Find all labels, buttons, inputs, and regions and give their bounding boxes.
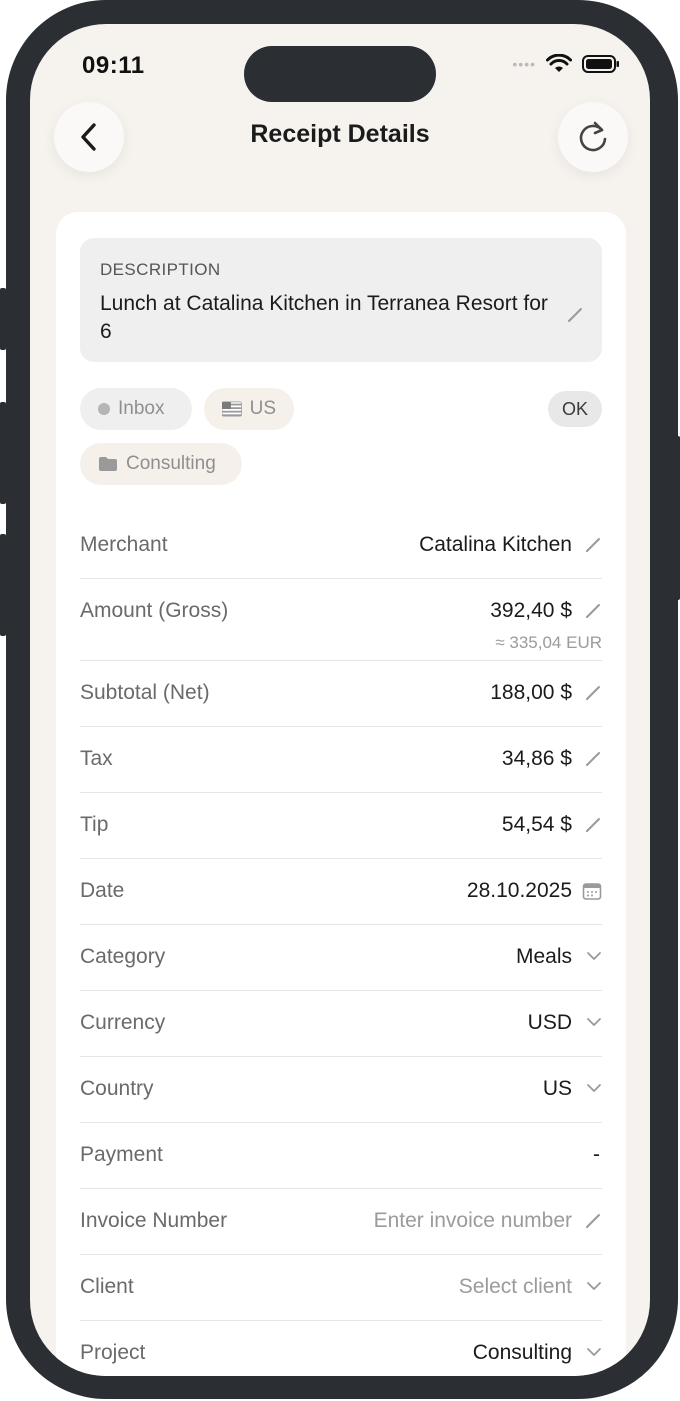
ok-badge-label: OK (561, 398, 588, 419)
pencil-icon[interactable] (584, 816, 602, 834)
chevron-down-icon[interactable] (586, 1082, 602, 1094)
pencil-icon[interactable] (584, 602, 602, 620)
currency-row[interactable]: Currency USD (80, 990, 602, 1057)
receipt-card: DESCRIPTION Lunch at Catalina Kitchen in… (56, 212, 626, 1376)
currency-label: Currency (80, 1011, 166, 1034)
refresh-icon (579, 121, 607, 152)
country-chip-label: US (249, 398, 276, 419)
description-text: Lunch at Catalina Kitchen in Terranea Re… (100, 292, 548, 343)
country-row[interactable]: Country US (80, 1056, 602, 1123)
chevron-down-icon[interactable] (586, 1346, 602, 1358)
screen: 09:11 •••• Receipt Details DESCRIPTION L… (30, 24, 650, 1376)
client-label: Client (80, 1275, 134, 1298)
status-chip-label: Inbox (118, 398, 165, 419)
tip-label: Tip (80, 813, 109, 836)
side-button-mute (0, 288, 6, 350)
battery-icon (582, 55, 619, 73)
merchant-row[interactable]: Merchant Catalina Kitchen (80, 512, 602, 579)
chevron-down-icon[interactable] (586, 1016, 602, 1028)
category-row[interactable]: Category Meals (80, 924, 602, 991)
dot-icon (98, 403, 110, 415)
chevron-down-icon[interactable] (586, 950, 602, 962)
page-title: Receipt Details (250, 120, 430, 148)
refresh-button[interactable] (558, 102, 628, 172)
status-chip-inbox[interactable]: Inbox (80, 388, 192, 430)
merchant-value: Catalina Kitchen (419, 533, 572, 556)
calendar-icon[interactable] (582, 881, 602, 901)
us-flag-icon (222, 401, 242, 417)
side-button-volume-up (0, 402, 6, 504)
country-value: US (542, 1077, 572, 1100)
side-button-volume-down (0, 534, 6, 636)
project-value: Consulting (472, 1341, 572, 1364)
subtotal-value: 188,00 $ (490, 681, 572, 704)
subtotal-label: Subtotal (Net) (80, 681, 210, 704)
payment-row[interactable]: Payment - (80, 1122, 602, 1189)
project-label: Project (80, 1341, 146, 1364)
subtotal-row[interactable]: Subtotal (Net) 188,00 $ (80, 660, 602, 727)
status-icons: •••• (512, 54, 620, 74)
category-value: Meals (515, 945, 572, 968)
description-label: DESCRIPTION (100, 260, 221, 279)
status-time: 09:11 (82, 52, 145, 79)
tip-row[interactable]: Tip 54,54 $ (80, 792, 602, 859)
date-row[interactable]: Date 28.10.2025 (80, 858, 602, 925)
chevron-down-icon[interactable] (586, 1280, 602, 1292)
merchant-label: Merchant (80, 533, 168, 556)
country-chip[interactable]: US (204, 388, 294, 430)
tip-value: 54,54 $ (501, 813, 572, 836)
date-label: Date (80, 879, 125, 902)
folder-icon (99, 457, 117, 471)
cellular-signal-icon: •••• (512, 56, 536, 72)
ok-badge[interactable]: OK (548, 391, 602, 427)
payment-value: - (593, 1143, 600, 1166)
category-label: Category (80, 945, 166, 968)
pencil-icon[interactable] (584, 536, 602, 554)
tax-label: Tax (80, 747, 113, 770)
pencil-icon[interactable] (584, 1212, 602, 1230)
invoice-number-input[interactable]: Enter invoice number (374, 1209, 572, 1233)
invoice-number-label: Invoice Number (80, 1209, 228, 1232)
payment-label: Payment (80, 1143, 163, 1166)
pencil-icon[interactable] (584, 684, 602, 702)
invoice-number-row[interactable]: Invoice Number Enter invoice number (80, 1188, 602, 1255)
wifi-icon (546, 54, 572, 72)
client-row[interactable]: Client Select client (80, 1254, 602, 1321)
date-value: 28.10.2025 (466, 879, 572, 902)
description-box[interactable]: DESCRIPTION Lunch at Catalina Kitchen in… (80, 238, 602, 362)
amount-label: Amount (Gross) (80, 599, 229, 622)
amount-converted: ≈ 335,04 EUR (495, 633, 602, 652)
amount-value: 392,40 $ (490, 599, 572, 622)
side-button-power (674, 436, 680, 600)
pencil-icon[interactable] (566, 306, 584, 324)
client-select[interactable]: Select client (459, 1275, 572, 1299)
tax-row[interactable]: Tax 34,86 $ (80, 726, 602, 793)
amount-row[interactable]: Amount (Gross) 392,40 $ ≈ 335,04 EUR (80, 578, 602, 661)
project-row[interactable]: Project Consulting (80, 1320, 602, 1376)
country-label: Country (80, 1077, 154, 1100)
tax-value: 34,86 $ (501, 747, 572, 770)
project-chip[interactable]: Consulting (80, 443, 242, 485)
dynamic-island (244, 46, 436, 102)
pencil-icon[interactable] (584, 750, 602, 768)
currency-value: USD (527, 1011, 572, 1034)
project-chip-label: Consulting (126, 453, 216, 474)
